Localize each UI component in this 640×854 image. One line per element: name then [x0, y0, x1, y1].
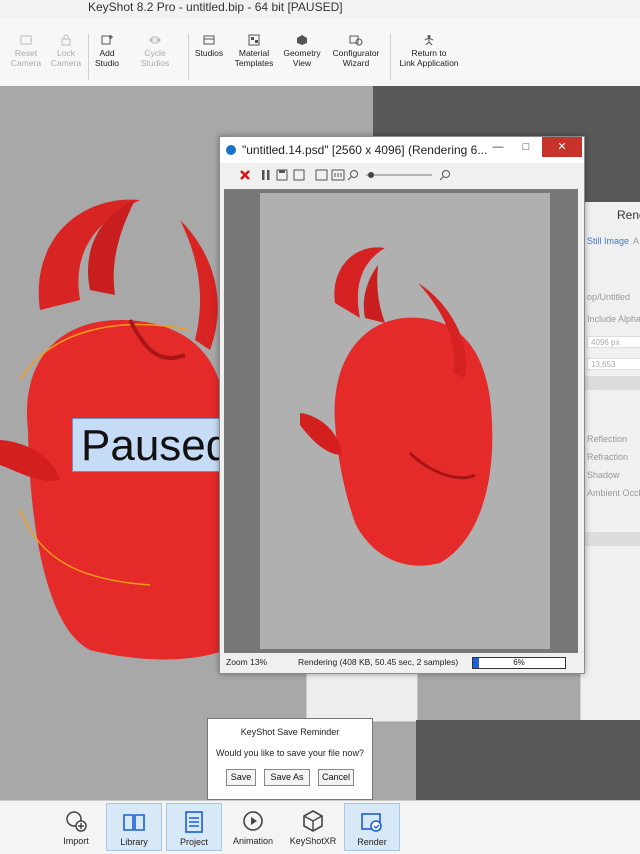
geometry-view-button[interactable]: Geometry View: [280, 34, 324, 68]
tab-still-image[interactable]: Still Image: [587, 236, 629, 246]
title-bar: KeyShot 8.2 Pro - untitled.bip - 64 bit …: [0, 0, 640, 18]
render-settings-title: Rend: [617, 208, 640, 222]
window-title: KeyShot 8.2 Pro - untitled.bip - 64 bit …: [88, 0, 343, 14]
render-window-title: "untitled.14.psd" [2560 x 4096] (Renderi…: [242, 143, 488, 157]
configurator-wizard-button[interactable]: Configurator Wizard: [328, 34, 384, 68]
rendered-model-image: [300, 247, 493, 566]
render-window-toolbar: [224, 165, 580, 185]
close-button[interactable]: ✕: [542, 137, 582, 157]
minimize-button[interactable]: —: [486, 137, 510, 157]
import-icon: [66, 811, 87, 832]
reset-camera-icon: [20, 35, 32, 45]
studios-icon: [203, 35, 215, 45]
render-stage: [224, 189, 578, 653]
import-button[interactable]: Import: [48, 803, 104, 851]
render-progress-bar: 6%: [472, 657, 566, 669]
animation-button[interactable]: Animation: [225, 803, 281, 851]
render-status-text: Rendering (408 KB, 50.45 sec, 2 samples): [298, 657, 459, 667]
toolbar-separator: [88, 34, 89, 80]
render-toolbar-icons: [240, 169, 450, 181]
actual-size-icon[interactable]: [331, 169, 345, 181]
reset-camera-button[interactable]: Reset Camera: [8, 34, 44, 68]
dialog-title: KeyShot Save Reminder: [240, 727, 340, 737]
background-dark-area: [416, 720, 640, 800]
option-shadow[interactable]: Shadow: [587, 470, 620, 480]
project-icon: [185, 811, 203, 833]
width-field[interactable]: 4096 px: [587, 336, 640, 348]
project-button[interactable]: Project: [166, 803, 222, 851]
bottom-ribbon: Import Library Project Animation KeyShot…: [0, 800, 640, 854]
save-button[interactable]: Save: [226, 769, 256, 786]
return-link-icon: [424, 35, 434, 46]
keyshotxr-icon: [303, 810, 323, 832]
render-status-bar: Zoom 13% Rendering (408 KB, 50.45 sec, 2…: [224, 655, 578, 671]
save-reminder-dialog: KeyShot Save Reminder Would you like to …: [207, 718, 373, 800]
tab-animation[interactable]: A: [633, 236, 639, 246]
option-reflection[interactable]: Reflection: [587, 434, 627, 444]
stop-icon[interactable]: [240, 170, 250, 180]
render-settings-panel: Rend Still Image A op/Untitled Include A…: [580, 202, 640, 722]
option-refraction[interactable]: Refraction: [587, 452, 628, 462]
render-progress-label: 6%: [513, 658, 525, 667]
keyshotxr-button[interactable]: KeyShotXR: [285, 803, 341, 851]
add-studio-icon: [101, 35, 113, 45]
save-as-button[interactable]: Save As: [264, 769, 310, 786]
lock-camera-button[interactable]: Lock Camera: [48, 34, 84, 68]
toolbar-separator: [188, 34, 189, 80]
render-icon: [361, 813, 382, 832]
library-button[interactable]: Library: [106, 803, 162, 851]
maximize-button[interactable]: □: [514, 137, 538, 157]
cancel-button[interactable]: Cancel: [318, 769, 354, 786]
studios-button[interactable]: Studios: [192, 34, 226, 58]
main-toolbar: Reset Camera Lock Camera Add Studio Cycle St…: [0, 18, 640, 87]
zoom-slider[interactable]: [366, 172, 432, 178]
zoom-out-icon[interactable]: [347, 170, 358, 181]
section-header: [581, 376, 640, 390]
size-field[interactable]: 13,653: [587, 358, 640, 370]
section-header: [581, 532, 640, 546]
toolbar-separator: [390, 34, 391, 80]
render-window-titlebar[interactable]: "untitled.14.psd" [2560 x 4096] (Renderi…: [220, 137, 584, 163]
cycle-studios-button[interactable]: Cycle Studios: [134, 34, 176, 68]
save-icon[interactable]: [276, 169, 288, 181]
option-ambient-occlusion[interactable]: Ambient Occl: [587, 488, 640, 498]
animation-icon: [243, 811, 263, 831]
material-templates-button[interactable]: Material Templates: [232, 34, 276, 68]
library-icon: [123, 814, 145, 831]
render-button[interactable]: Render: [344, 803, 400, 851]
material-templates-icon: [248, 34, 260, 46]
output-folder: op/Untitled: [587, 292, 631, 302]
zoom-level: Zoom 13%: [226, 657, 268, 667]
zoom-in-icon[interactable]: [439, 170, 450, 181]
configurator-wizard-icon: [349, 35, 363, 46]
include-alpha-checkbox[interactable]: Include Alpha: [587, 314, 640, 324]
pause-icon[interactable]: [262, 170, 270, 180]
crop-icon[interactable]: [293, 169, 305, 181]
keyshot-logo-icon: [226, 145, 236, 155]
paused-overlay-label: Paused: [72, 418, 222, 472]
cycle-studios-icon: [149, 36, 161, 44]
lock-camera-icon: [61, 34, 71, 46]
render-output-window: "untitled.14.psd" [2560 x 4096] (Renderi…: [219, 136, 585, 674]
geometry-view-icon: [297, 35, 307, 45]
render-canvas[interactable]: [260, 193, 550, 649]
add-studio-button[interactable]: Add Studio: [92, 34, 122, 68]
dialog-question: Would you like to save your file now?: [216, 748, 364, 758]
fit-icon[interactable]: [315, 169, 328, 181]
return-to-link-application-button[interactable]: Return to Link Application: [394, 34, 464, 68]
